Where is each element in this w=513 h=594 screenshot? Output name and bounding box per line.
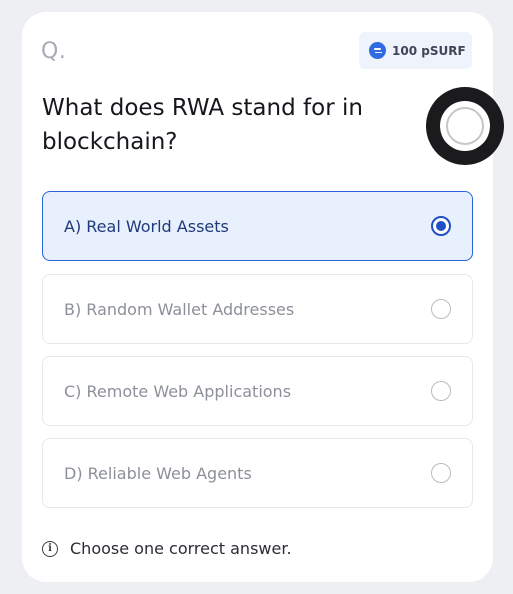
answer-option-label: B) Random Wallet Addresses [64,299,295,319]
radio-unselected-icon[interactable] [431,463,451,483]
answer-option-label: C) Remote Web Applications [64,381,292,401]
radio-selected-icon[interactable] [431,216,451,236]
touch-cursor-indicator [426,87,504,165]
info-icon: i [42,540,58,557]
answer-option-c[interactable]: C) Remote Web Applications [42,356,473,426]
answer-option-label: A) Real World Assets [64,216,229,236]
reward-amount: 100 pSURF [392,43,466,58]
question-marker: Q. [41,39,67,64]
question-text: What does RWA stand for in blockchain? [42,95,363,155]
answer-option-d[interactable]: D) Reliable Web Agents [42,438,473,508]
answer-option-label: D) Reliable Web Agents [64,463,252,483]
instruction-text: Choose one correct answer. [70,539,292,558]
coin-icon [369,42,386,59]
reward-badge: 100 pSURF [359,32,472,69]
instruction-hint: i Choose one correct answer. [42,539,292,558]
answer-option-a[interactable]: A) Real World Assets [42,191,473,261]
radio-unselected-icon[interactable] [431,381,451,401]
quiz-card: Q. 100 pSURF What does RWA stand for in … [22,12,504,582]
radio-unselected-icon[interactable] [431,299,451,319]
answer-option-b[interactable]: B) Random Wallet Addresses [42,274,473,344]
